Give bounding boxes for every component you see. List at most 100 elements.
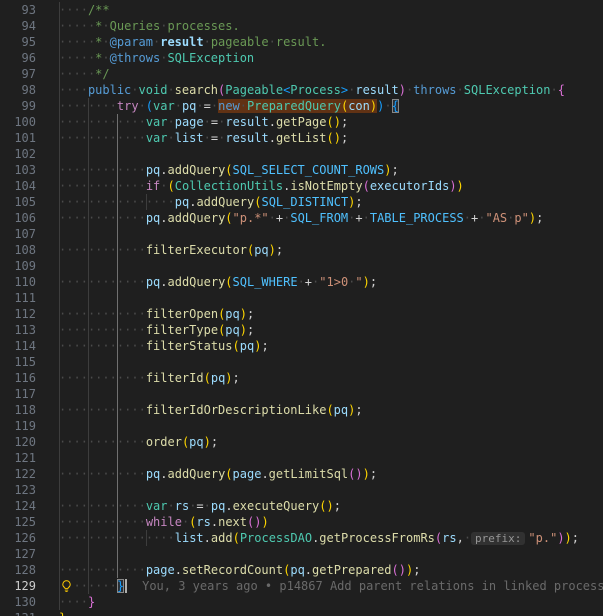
code-line[interactable]: 95 ·····*·@param·result·pageable·result. (0, 34, 603, 50)
code-line[interactable]: 127 (0, 546, 603, 562)
line-content[interactable] (59, 386, 603, 402)
line-number[interactable]: 122 (0, 466, 59, 482)
line-content[interactable]: ············var·list·=·result.getList(); (59, 130, 603, 146)
code-line[interactable]: 99 ········try·(var·pq·=·new·PreparedQuer… (0, 98, 603, 114)
line-number[interactable]: 96 (0, 50, 59, 66)
code-line[interactable]: 130 ····} (0, 594, 603, 610)
line-content[interactable] (59, 482, 603, 498)
line-number[interactable]: 98 (0, 82, 59, 98)
line-content[interactable]: ········}You, 3 years ago • p14867 Add p… (59, 578, 603, 594)
code-line[interactable]: 121 (0, 450, 603, 466)
line-content[interactable]: ····/** (59, 2, 603, 18)
line-number[interactable]: 107 (0, 226, 59, 242)
code-line[interactable]: 124 ············var·rs·=·pq.executeQuery(… (0, 498, 603, 514)
code-line[interactable]: 111 (0, 290, 603, 306)
code-line[interactable]: 119 (0, 418, 603, 434)
code-line[interactable]: 117 (0, 386, 603, 402)
line-number[interactable]: 110 (0, 274, 59, 290)
line-content[interactable] (59, 354, 603, 370)
code-line[interactable]: 109 (0, 258, 603, 274)
code-line[interactable]: 120 ············order(pq); (0, 434, 603, 450)
line-number[interactable]: 100 (0, 114, 59, 130)
line-content[interactable]: ············pq.addQuery(SQL_SELECT_COUNT… (59, 162, 603, 178)
line-content[interactable]: ············page.setRecordCount(pq.getPr… (59, 562, 603, 578)
line-content[interactable]: ············pq.addQuery(SQL_WHERE·+·"1>0… (59, 274, 603, 290)
line-content[interactable]: ·····*·Queries·processes. (59, 18, 603, 34)
line-number[interactable]: 117 (0, 386, 59, 402)
line-number[interactable]: 99 (0, 98, 59, 114)
line-number[interactable]: 118 (0, 402, 59, 418)
line-number[interactable]: 124 (0, 498, 59, 514)
line-content[interactable]: ············order(pq); (59, 434, 603, 450)
line-content[interactable]: ············pq.addQuery(page.getLimitSql… (59, 466, 603, 482)
line-number[interactable]: 121 (0, 450, 59, 466)
code-line[interactable]: 104 ············if·(CollectionUtils.isNot… (0, 178, 603, 194)
code-line[interactable]: 123 (0, 482, 603, 498)
line-number[interactable]: 129 (0, 578, 59, 594)
code-line[interactable]: 112 ············filterOpen(pq); (0, 306, 603, 322)
line-content[interactable]: ·····*·@throws·SQLException (59, 50, 603, 66)
line-number[interactable]: 126 (0, 530, 59, 546)
line-content[interactable] (59, 226, 603, 242)
code-line[interactable]: 115 (0, 354, 603, 370)
line-number[interactable]: 130 (0, 594, 59, 610)
line-number[interactable]: 108 (0, 242, 59, 258)
code-line[interactable]: 125 ············while·(rs.next()) (0, 514, 603, 530)
line-number[interactable]: 103 (0, 162, 59, 178)
line-number[interactable]: 123 (0, 482, 59, 498)
line-content[interactable]: ············if·(CollectionUtils.isNotEmp… (59, 178, 603, 194)
line-number[interactable]: 115 (0, 354, 59, 370)
line-content[interactable]: ············filterStatus(pq); (59, 338, 603, 354)
line-content[interactable] (59, 146, 603, 162)
line-content[interactable]: ················list.add(ProcessDAO.getP… (59, 530, 603, 546)
line-number[interactable]: 97 (0, 66, 59, 82)
code-line[interactable]: 110 ············pq.addQuery(SQL_WHERE·+·"… (0, 274, 603, 290)
code-line[interactable]: 101 ············var·list·=·result.getList… (0, 130, 603, 146)
line-content[interactable]: ············filterOpen(pq); (59, 306, 603, 322)
line-content[interactable]: ················pq.addQuery(SQL_DISTINCT… (59, 194, 603, 210)
line-number[interactable]: 116 (0, 370, 59, 386)
line-content[interactable]: } (59, 610, 603, 616)
line-number[interactable]: 125 (0, 514, 59, 530)
line-number[interactable]: 111 (0, 290, 59, 306)
line-content[interactable] (59, 450, 603, 466)
code-editor[interactable]: 93 ····/** 94 ·····*·Queries·processes. 95 ··… (0, 0, 603, 616)
line-content[interactable]: ············pq.addQuery("p.*"·+·SQL_FROM… (59, 210, 603, 226)
line-number[interactable]: 101 (0, 130, 59, 146)
line-number[interactable]: 112 (0, 306, 59, 322)
line-content[interactable] (59, 418, 603, 434)
lightbulb-icon[interactable] (60, 579, 74, 593)
code-line[interactable]: 126 ················list.add(ProcessDAO.g… (0, 530, 603, 546)
line-content[interactable]: ············var·page·=·result.getPage(); (59, 114, 603, 130)
code-line[interactable]: 94 ·····*·Queries·processes. (0, 18, 603, 34)
code-line[interactable]: 96 ·····*·@throws·SQLException (0, 50, 603, 66)
line-content[interactable]: ····public·void·search(Pageable<Process>… (59, 82, 603, 98)
line-content[interactable] (59, 258, 603, 274)
line-content[interactable] (59, 546, 603, 562)
line-content[interactable] (59, 290, 603, 306)
line-number[interactable]: 113 (0, 322, 59, 338)
line-content[interactable]: ············filterIdOrDescriptionLike(pq… (59, 402, 603, 418)
code-line[interactable]: 129········}You, 3 years ago • p14867 Ad… (0, 578, 603, 594)
line-content[interactable]: ············while·(rs.next()) (59, 514, 603, 530)
code-line[interactable]: 97 ·····*/ (0, 66, 603, 82)
line-content[interactable]: ············var·rs·=·pq.executeQuery(); (59, 498, 603, 514)
line-content[interactable]: ············filterId(pq); (59, 370, 603, 386)
code-line[interactable]: 103 ············pq.addQuery(SQL_SELECT_CO… (0, 162, 603, 178)
code-line[interactable]: 131} (0, 610, 603, 616)
code-line[interactable]: 116 ············filterId(pq); (0, 370, 603, 386)
line-number[interactable]: 114 (0, 338, 59, 354)
line-number[interactable]: 105 (0, 194, 59, 210)
line-number[interactable]: 119 (0, 418, 59, 434)
line-number[interactable]: 93 (0, 2, 59, 18)
line-content[interactable]: ····} (59, 594, 603, 610)
line-number[interactable]: 102 (0, 146, 59, 162)
code-line[interactable]: 113 ············filterType(pq); (0, 322, 603, 338)
line-number[interactable]: 120 (0, 434, 59, 450)
code-line[interactable]: 93 ····/** (0, 2, 603, 18)
code-line[interactable]: 108 ············filterExecutor(pq); (0, 242, 603, 258)
code-line[interactable]: 122 ············pq.addQuery(page.getLimit… (0, 466, 603, 482)
line-content[interactable]: ·····*·@param·result·pageable·result. (59, 34, 603, 50)
line-content[interactable]: ········try·(var·pq·=·new·PreparedQuery(… (59, 98, 603, 114)
line-number[interactable]: 131 (0, 610, 59, 616)
